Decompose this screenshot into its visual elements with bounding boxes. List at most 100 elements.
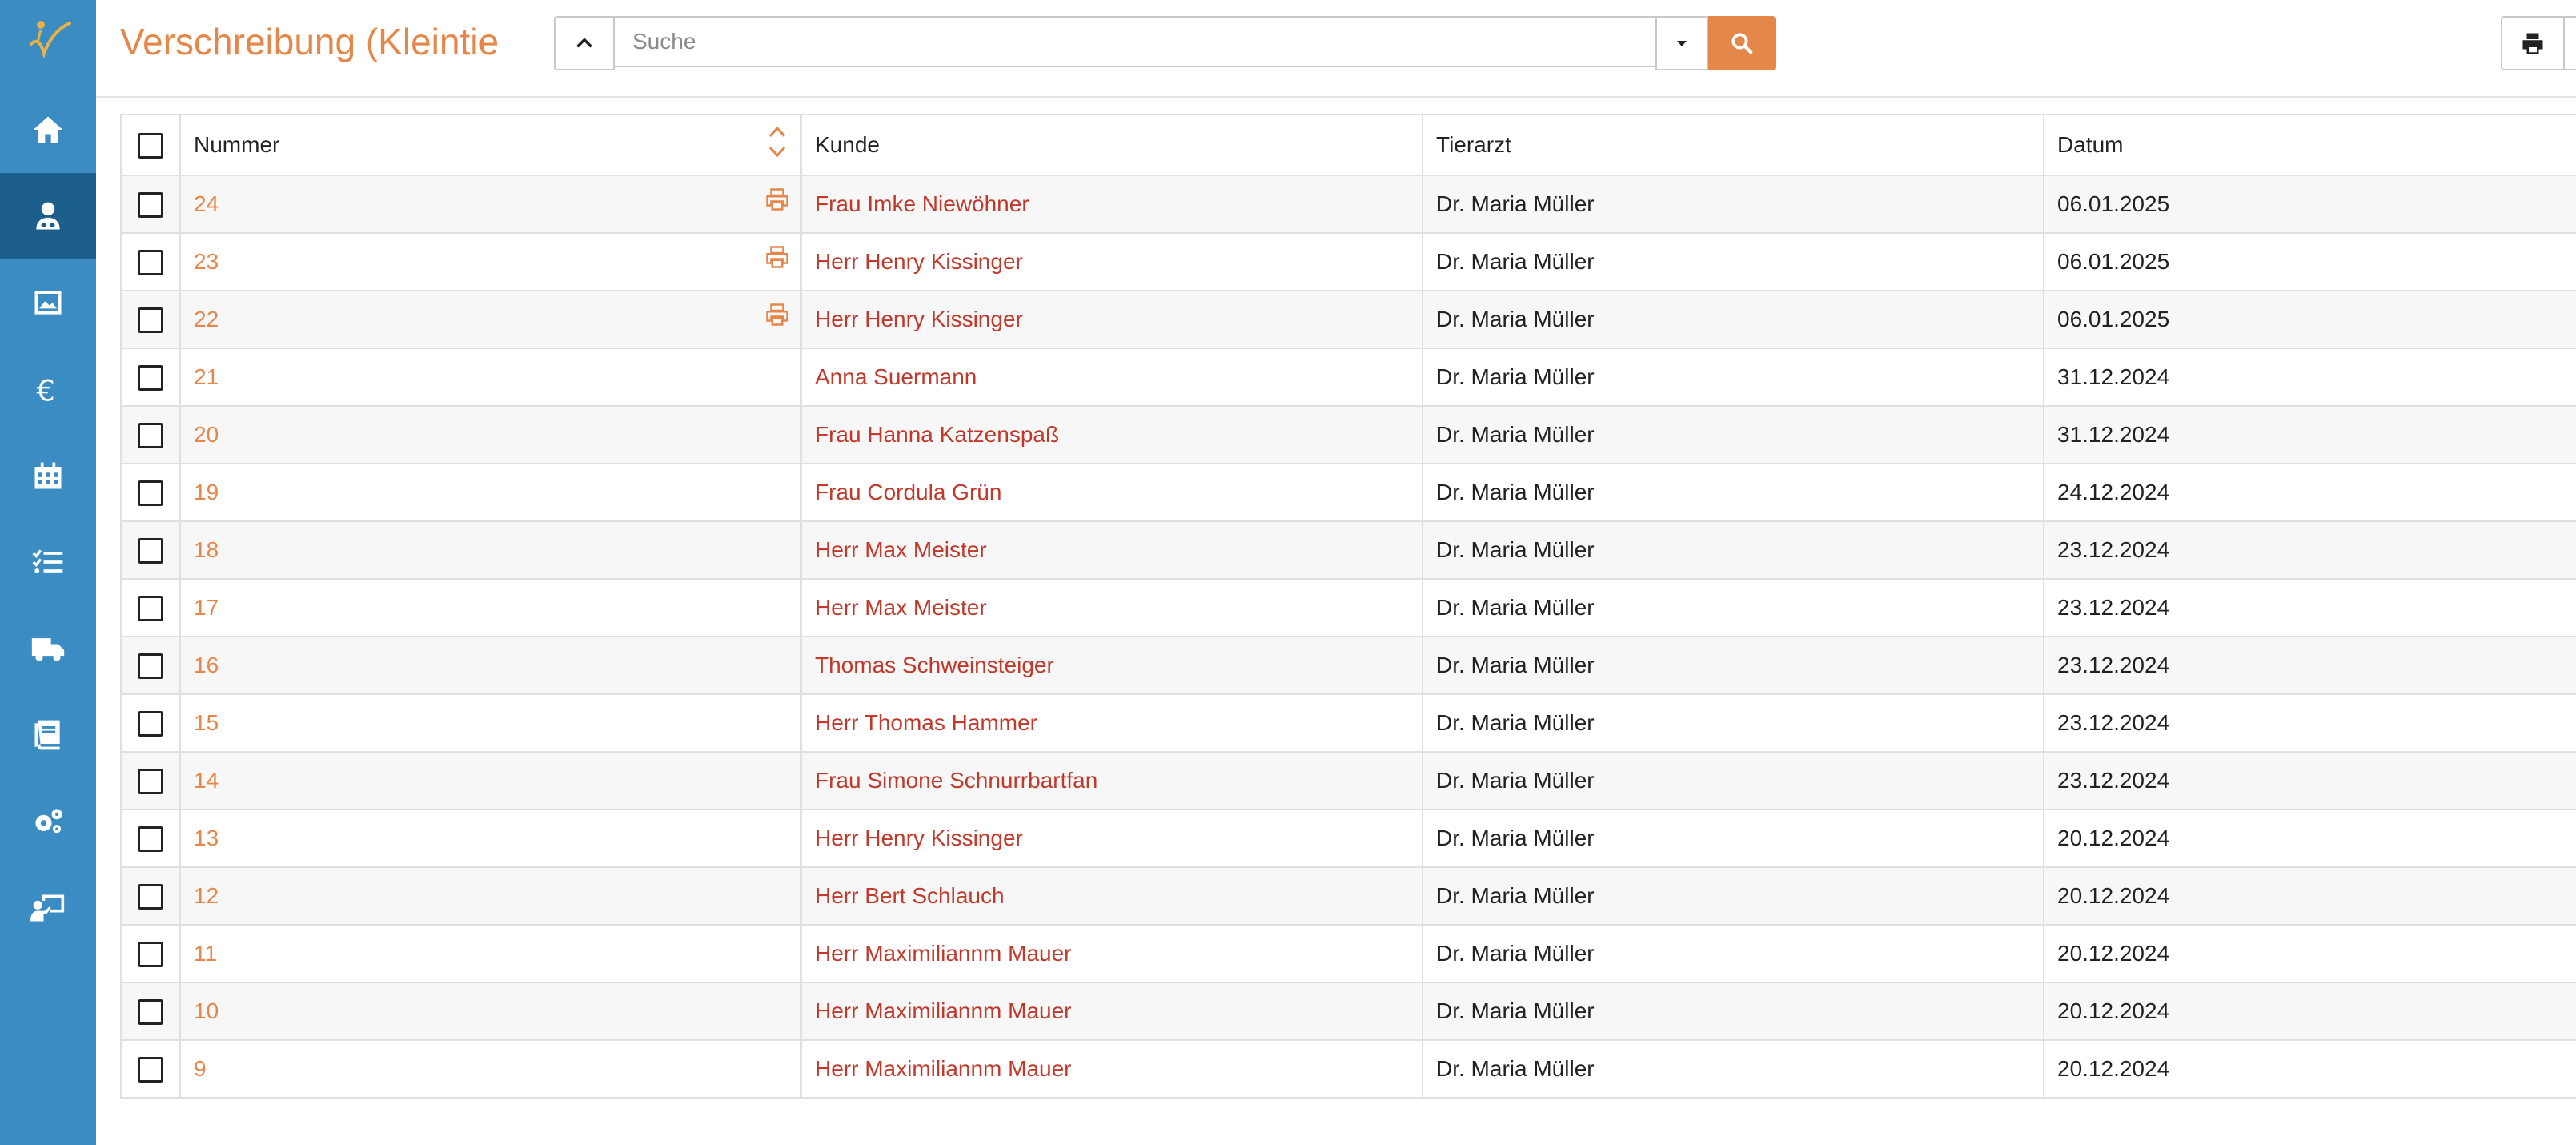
sidebar-item-home[interactable]	[0, 86, 96, 173]
table-row[interactable]: 16 Thomas Schweinsteiger Dr. Maria Mülle…	[120, 636, 2576, 695]
sidebar-item-presentation[interactable]	[0, 865, 96, 951]
row-checkbox[interactable]	[138, 941, 163, 967]
search-button[interactable]	[1708, 16, 1776, 70]
customer-link[interactable]: Herr Maximiliannm Mauer	[815, 1056, 1072, 1081]
customer-link[interactable]: Herr Bert Schlauch	[815, 883, 1005, 908]
printed-icon[interactable]	[765, 245, 789, 269]
column-header-tierarzt[interactable]: Tierarzt	[1422, 114, 2044, 176]
table-row[interactable]: 22 Herr Henry Kissinger Dr. Maria Müller…	[120, 290, 2576, 349]
sidebar-item-tasks[interactable]	[0, 519, 96, 605]
customer-link[interactable]: Frau Simone Schnurrbartfan	[815, 768, 1097, 793]
customer-link[interactable]: Herr Max Meister	[815, 595, 987, 620]
send-button[interactable]	[2565, 16, 2576, 70]
sort-toggle[interactable]	[767, 122, 788, 162]
prescription-number-link[interactable]: 9	[194, 1056, 207, 1081]
row-checkbox[interactable]	[138, 653, 163, 679]
sidebar-item-finance[interactable]: €	[0, 346, 96, 432]
table-row[interactable]: 23 Herr Henry Kissinger Dr. Maria Müller…	[120, 232, 2576, 291]
customer-link[interactable]: Frau Imke Niewöhner	[815, 191, 1029, 216]
sidebar-item-calendar[interactable]	[0, 432, 96, 519]
table-row[interactable]: 18 Herr Max Meister Dr. Maria Müller 23.…	[120, 520, 2576, 580]
prescription-number-link[interactable]: 15	[194, 710, 219, 735]
column-header-nummer[interactable]: Nummer	[179, 114, 802, 176]
row-checkbox[interactable]	[138, 364, 163, 391]
column-header-datum[interactable]: Datum	[2043, 114, 2576, 176]
date: 06.01.2025	[2057, 191, 2170, 216]
prescription-number-link[interactable]: 12	[194, 883, 219, 908]
prescription-number-link[interactable]: 22	[194, 307, 219, 331]
collapse-button[interactable]	[554, 16, 615, 70]
table-row[interactable]: 17 Herr Max Meister Dr. Maria Müller 23.…	[120, 578, 2576, 637]
table-row[interactable]: 14 Frau Simone Schnurrbartfan Dr. Maria …	[120, 751, 2576, 810]
search-input[interactable]	[615, 16, 1655, 67]
nummer-cell: 12	[179, 866, 802, 926]
prescription-number-link[interactable]: 16	[194, 653, 219, 677]
customer-link[interactable]: Herr Maximiliannm Mauer	[815, 941, 1072, 966]
table-row[interactable]: 13 Herr Henry Kissinger Dr. Maria Müller…	[120, 809, 2576, 868]
customer-link[interactable]: Herr Max Meister	[815, 537, 987, 562]
toolbar-right	[2501, 16, 2576, 70]
tierarzt-cell: Dr. Maria Müller	[1422, 1039, 2044, 1099]
app-logo[interactable]	[0, 0, 96, 80]
row-checkbox[interactable]	[138, 307, 163, 333]
prescription-number-link[interactable]: 11	[194, 941, 217, 966]
prescription-number-link[interactable]: 14	[194, 768, 219, 793]
printed-icon[interactable]	[765, 187, 789, 211]
prescription-number-link[interactable]: 17	[194, 595, 219, 620]
sidebar-item-delivery[interactable]	[0, 605, 96, 692]
row-checkbox[interactable]	[138, 595, 163, 621]
table-row[interactable]: 10 Herr Maximiliannm Mauer Dr. Maria Mül…	[120, 982, 2576, 1041]
table-row[interactable]: 20 Frau Hanna Katzenspaß Dr. Maria Mülle…	[120, 405, 2576, 464]
customer-link[interactable]: Anna Suermann	[815, 364, 977, 389]
customer-link[interactable]: Herr Henry Kissinger	[815, 826, 1023, 850]
table-row[interactable]: 21 Anna Suermann Dr. Maria Müller 31.12.…	[120, 348, 2576, 407]
row-checkbox[interactable]	[138, 537, 163, 564]
row-checkbox[interactable]	[138, 768, 163, 794]
prescription-number-link[interactable]: 19	[194, 480, 219, 504]
customer-link[interactable]: Frau Cordula Grün	[815, 480, 1001, 504]
table-row[interactable]: 24 Frau Imke Niewöhner Dr. Maria Müller …	[120, 175, 2576, 234]
sidebar-item-settings[interactable]	[0, 778, 96, 865]
table-row[interactable]: 15 Herr Thomas Hammer Dr. Maria Müller 2…	[120, 693, 2576, 753]
sidebar-item-books[interactable]	[0, 692, 96, 778]
row-checkbox[interactable]	[138, 998, 163, 1025]
prescription-number-link[interactable]: 13	[194, 826, 219, 850]
customer-link[interactable]: Herr Henry Kissinger	[815, 249, 1023, 274]
search-icon	[1731, 33, 1753, 54]
prescription-number-link[interactable]: 18	[194, 537, 219, 562]
nummer-cell: 19	[179, 463, 802, 522]
row-checkbox[interactable]	[138, 422, 163, 448]
row-checkbox[interactable]	[138, 249, 163, 275]
row-select-cell	[120, 578, 181, 637]
settings-gears-icon	[35, 809, 62, 834]
table-row[interactable]: 11 Herr Maximiliannm Mauer Dr. Maria Mül…	[120, 924, 2576, 983]
table-row[interactable]: 9 Herr Maximiliannm Mauer Dr. Maria Müll…	[120, 1039, 2576, 1099]
customer-link[interactable]: Herr Thomas Hammer	[815, 710, 1037, 735]
column-header-kunde[interactable]: Kunde	[800, 114, 1423, 176]
print-button[interactable]	[2501, 16, 2565, 70]
row-checkbox[interactable]	[138, 480, 163, 506]
customer-link[interactable]: Frau Hanna Katzenspaß	[815, 422, 1059, 447]
row-checkbox[interactable]	[138, 826, 163, 852]
table-row[interactable]: 12 Herr Bert Schlauch Dr. Maria Müller 2…	[120, 866, 2576, 926]
prescription-number-link[interactable]: 23	[194, 249, 219, 274]
prescription-number-link[interactable]: 10	[194, 998, 219, 1023]
customer-link[interactable]: Thomas Schweinsteiger	[815, 653, 1054, 677]
table-row[interactable]: 19 Frau Cordula Grün Dr. Maria Müller 24…	[120, 463, 2576, 522]
row-checkbox[interactable]	[138, 710, 163, 737]
customer-link[interactable]: Herr Henry Kissinger	[815, 307, 1023, 331]
printed-icon[interactable]	[765, 303, 789, 327]
row-checkbox[interactable]	[138, 1056, 163, 1083]
prescription-number-link[interactable]: 21	[194, 364, 219, 389]
search-options-dropdown[interactable]	[1655, 16, 1708, 70]
kunde-cell: Herr Maximiliannm Mauer	[800, 982, 1423, 1041]
date: 23.12.2024	[2057, 537, 2170, 562]
row-checkbox[interactable]	[138, 883, 163, 910]
sidebar-item-images[interactable]	[0, 259, 96, 346]
sidebar-item-veterinary[interactable]	[0, 173, 96, 259]
customer-link[interactable]: Herr Maximiliannm Mauer	[815, 998, 1072, 1023]
prescription-number-link[interactable]: 24	[194, 191, 219, 216]
row-checkbox[interactable]	[138, 191, 163, 218]
prescription-number-link[interactable]: 20	[194, 422, 219, 447]
select-all-checkbox[interactable]	[138, 132, 163, 159]
